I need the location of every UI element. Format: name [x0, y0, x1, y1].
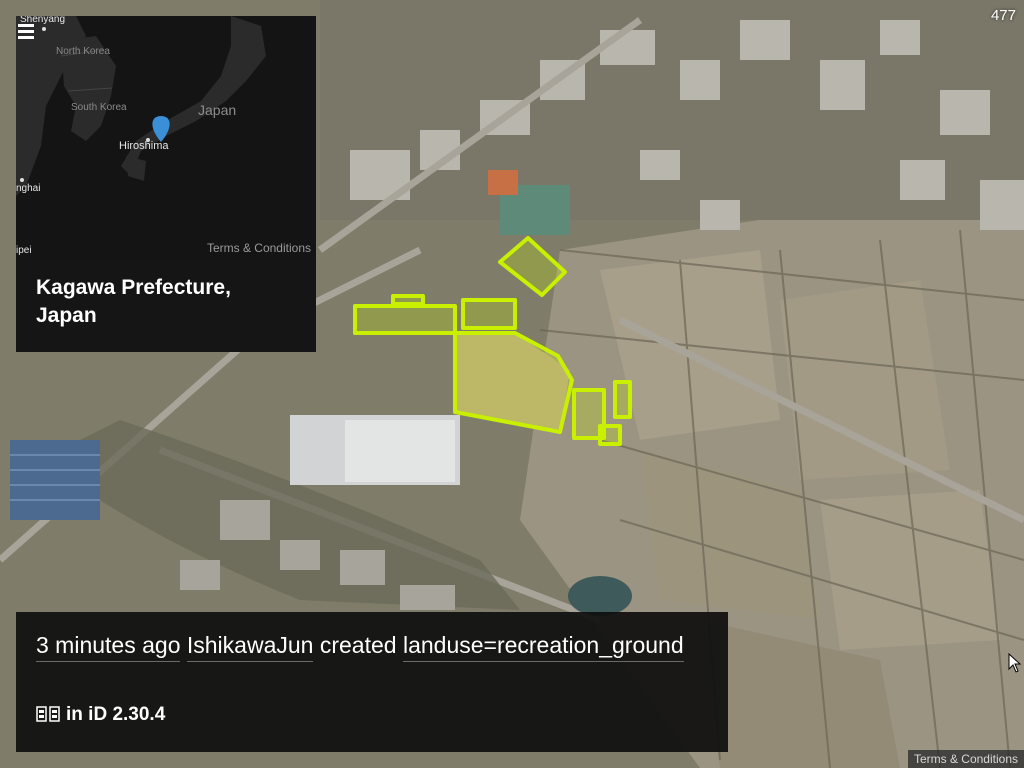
place-name-line1: Kagawa Prefecture,: [36, 276, 231, 299]
label-north-korea: North Korea: [56, 46, 110, 57]
edit-counter: 477: [990, 7, 1016, 24]
label-taipei: ipei: [16, 245, 32, 256]
change-user-link[interactable]: IshikawaJun: [186, 632, 314, 662]
terms-link[interactable]: Terms & Conditions: [907, 750, 1024, 768]
editor-info: in iD 2.30.4: [36, 704, 165, 726]
overview-map[interactable]: Shenyang North Korea South Korea Japan H…: [16, 16, 316, 259]
label-shenyang: Shenyang: [20, 16, 66, 25]
editor-glyph-icon: [36, 706, 60, 722]
label-japan: Japan: [198, 102, 237, 118]
change-action: created: [319, 632, 397, 658]
location-panel: Shenyang North Korea South Korea Japan H…: [16, 16, 316, 352]
changeset-panel: 3 minutes ago IshikawaJun created landus…: [16, 612, 728, 752]
mouse-cursor-icon: [1008, 653, 1022, 673]
editor-name: in iD 2.30.4: [66, 704, 166, 725]
place-name: Kagawa Prefecture, Japan: [36, 274, 306, 330]
change-time-link[interactable]: 3 minutes ago: [36, 632, 181, 662]
label-hiroshima: Hiroshima: [119, 140, 169, 152]
label-south-korea: South Korea: [71, 102, 127, 113]
inset-terms-link[interactable]: Terms & Conditions: [207, 241, 311, 255]
label-shanghai: nghai: [16, 183, 41, 194]
map-viewport[interactable]: 477 Terms & Conditions Shenyang North Ko…: [0, 0, 1024, 768]
place-name-line2: Japan: [36, 304, 97, 327]
change-description: 3 minutes ago IshikawaJun created landus…: [36, 632, 684, 662]
menu-icon[interactable]: [18, 24, 34, 39]
change-tag-link[interactable]: landuse=recreation_ground: [402, 632, 684, 662]
